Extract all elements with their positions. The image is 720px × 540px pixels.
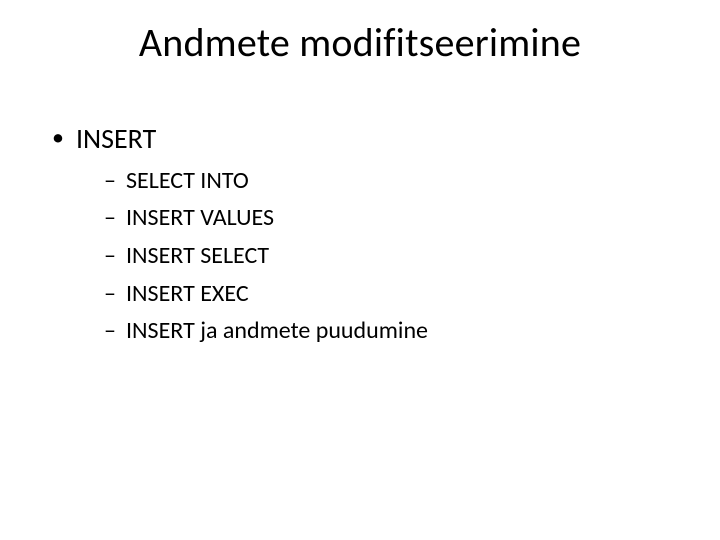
list-item-label: INSERT VALUES	[126, 203, 274, 232]
list-item-label: INSERT SELECT	[126, 241, 269, 270]
list-item: INSERT VALUES	[104, 201, 672, 235]
list-item-label: SELECT INTO	[126, 166, 249, 195]
list-item: INSERT EXEC	[104, 277, 672, 311]
list-item-label: INSERT ja andmete puudumine	[126, 316, 428, 345]
bullet-list-level2: SELECT INTO INSERT VALUES INSERT SELECT …	[76, 164, 672, 348]
bullet-list-level1: INSERT SELECT INTO INSERT VALUES INSERT …	[48, 120, 672, 348]
slide: Andmete modifitseerimine INSERT SELECT I…	[0, 0, 720, 540]
list-item: INSERT ja andmete puudumine	[104, 314, 672, 348]
list-item-label: INSERT	[76, 121, 156, 156]
slide-content: INSERT SELECT INTO INSERT VALUES INSERT …	[48, 120, 672, 354]
list-item: INSERT SELECT	[104, 239, 672, 273]
list-item: INSERT SELECT INTO INSERT VALUES INSERT …	[48, 120, 672, 348]
slide-title: Andmete modifitseerimine	[0, 18, 720, 67]
list-item: SELECT INTO	[104, 164, 672, 198]
list-item-label: INSERT EXEC	[126, 279, 249, 308]
